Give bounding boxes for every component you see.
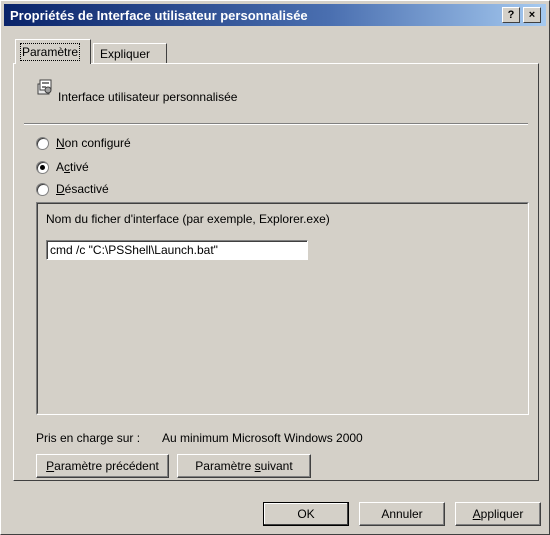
radio-disabled[interactable]: Désactivé bbox=[36, 180, 109, 198]
options-group-inner: Nom du ficher d'interface (par exemple, … bbox=[37, 203, 528, 414]
options-group: Nom du ficher d'interface (par exemple, … bbox=[36, 202, 529, 415]
tab-label: Paramètre bbox=[19, 43, 81, 61]
radio-enabled[interactable]: Activé bbox=[36, 158, 89, 176]
cancel-button[interactable]: Annuler bbox=[359, 502, 445, 526]
radio-button[interactable] bbox=[36, 136, 49, 150]
radio-not-configured[interactable]: Non configuré bbox=[36, 134, 131, 152]
title-bar[interactable]: Propriétés de Interface utilisateur pers… bbox=[4, 4, 546, 26]
tab-parametre[interactable]: Paramètre bbox=[15, 39, 91, 64]
policy-setting-icon bbox=[37, 79, 52, 95]
radio-button[interactable] bbox=[36, 182, 49, 196]
help-button[interactable]: ? bbox=[502, 7, 520, 23]
supported-on-label: Pris en charge sur : bbox=[36, 431, 141, 445]
window-title: Propriétés de Interface utilisateur pers… bbox=[10, 8, 308, 23]
close-button[interactable]: × bbox=[523, 7, 541, 23]
separator bbox=[24, 123, 528, 125]
apply-button[interactable]: Appliquer bbox=[455, 502, 541, 526]
supported-on-value: Au minimum Microsoft Windows 2000 bbox=[162, 431, 363, 445]
radio-label-disabled: Désactivé bbox=[56, 182, 109, 196]
policy-name: Interface utilisateur personnalisée bbox=[58, 90, 238, 104]
tab-expliquer[interactable]: Expliquer bbox=[93, 43, 167, 64]
settings-panel: Interface utilisateur personnalisée Non … bbox=[13, 63, 539, 481]
interface-file-label: Nom du ficher d'interface (par exemple, … bbox=[46, 212, 330, 226]
tab-label: Expliquer bbox=[100, 47, 151, 61]
radio-button-selected[interactable] bbox=[36, 160, 49, 174]
interface-file-input[interactable] bbox=[46, 240, 308, 260]
next-setting-button[interactable]: Paramètre suivant bbox=[177, 454, 311, 478]
previous-setting-button[interactable]: Paramètre précédent bbox=[36, 454, 169, 478]
policy-properties-dialog: Propriétés de Interface utilisateur pers… bbox=[0, 0, 550, 535]
radio-label-enabled: Activé bbox=[56, 160, 89, 174]
ok-button[interactable]: OK bbox=[263, 502, 349, 526]
radio-label-not-configured: Non configuré bbox=[56, 136, 131, 150]
